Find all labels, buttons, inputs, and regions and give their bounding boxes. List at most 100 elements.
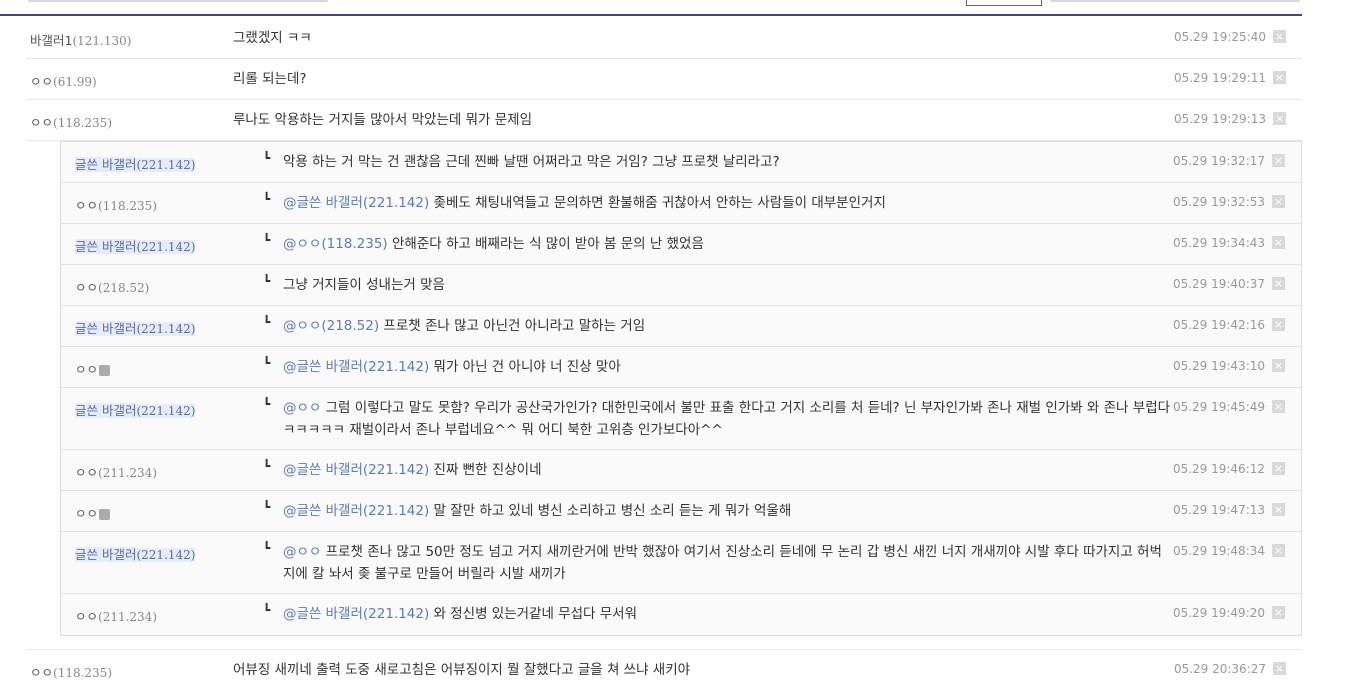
- comment-author[interactable]: 글쓴 바갤러(221.142): [75, 154, 196, 173]
- reply-arrow-icon: ┗: [263, 356, 271, 370]
- author-name[interactable]: ㅇㅇ: [75, 506, 98, 521]
- comment-author[interactable]: ㅇㅇ(118.235): [30, 662, 112, 681]
- author-ip: (221.142): [136, 404, 196, 418]
- author-name[interactable]: 글쓴 바갤러: [75, 157, 137, 172]
- author-ip: (118.235): [53, 116, 113, 130]
- comment-date: 05.29 19:49:20: [1172, 606, 1265, 620]
- author-name[interactable]: ㅇㅇ: [75, 198, 98, 213]
- memo-icon: [99, 509, 111, 520]
- reply-row: ㅇㅇ(211.234) ┗ @글쓴 바갤러(221.142) 와 정신병 있는거같네…: [61, 594, 1301, 635]
- author-name[interactable]: 글쓴 바갤러: [75, 239, 137, 254]
- close-icon[interactable]: ×: [1272, 195, 1285, 208]
- comment-author[interactable]: ㅇㅇ: [75, 503, 111, 522]
- comment-date: 05.29 19:29:11: [1173, 71, 1266, 85]
- author-name[interactable]: 바갤러1: [30, 33, 72, 48]
- reply-mention[interactable]: @ㅇㅇ: [283, 544, 326, 560]
- reply-mention[interactable]: @글쓴 바갤러(221.142): [283, 606, 434, 622]
- reply-row: 글쓴 바갤러(221.142) ┗ @ㅇㅇ 프로챗 존나 많고 50만 정도 넘고 …: [61, 532, 1301, 594]
- close-icon[interactable]: ×: [1272, 277, 1285, 290]
- author-ip: (218.52): [98, 281, 150, 295]
- comment-author[interactable]: 글쓴 바갤러(221.142): [75, 400, 196, 419]
- close-icon[interactable]: ×: [1272, 318, 1285, 331]
- close-icon[interactable]: ×: [1273, 71, 1286, 84]
- comment-row: 바갤러1(121.130) 그랬겠지 ㅋㅋ 05.29 19:25:40 ×: [26, 18, 1302, 59]
- reply-arrow-icon: ┗: [263, 315, 271, 329]
- close-icon[interactable]: ×: [1272, 606, 1285, 619]
- comment-text: 그랬겠지 ㅋㅋ: [233, 30, 312, 46]
- reply-text: @글쓴 바갤러(221.142) 뭐가 아닌 건 아니야 너 진상 맞아: [283, 356, 1173, 378]
- comment-author[interactable]: ㅇㅇ(118.235): [75, 195, 157, 214]
- reply-mention[interactable]: @ㅇㅇ(118.235): [283, 236, 392, 252]
- reply-row: ㅇㅇ ┗ @글쓴 바갤러(221.142) 말 잘만 하고 있네 병신 소리하고 병…: [61, 491, 1301, 532]
- author-name[interactable]: ㅇㅇ: [75, 362, 98, 377]
- close-icon[interactable]: ×: [1272, 236, 1285, 249]
- sort-button[interactable]: [966, 0, 1042, 6]
- reply-arrow-icon: ┗: [263, 541, 271, 555]
- reply-body: 프로챗 존나 많고 아닌건 아니라고 말하는 거임: [383, 318, 646, 334]
- reply-row: 글쓴 바갤러(221.142) ┗ 악용 하는 거 막는 건 괜찮음 근데 찐빠 날…: [61, 142, 1301, 183]
- comment-date: 05.29 19:42:16: [1172, 318, 1265, 332]
- memo-icon: [99, 365, 111, 376]
- close-icon[interactable]: ×: [1272, 503, 1285, 516]
- reply-row: ㅇㅇ(218.52) ┗ 그냥 거지들이 성내는거 맞음 05.29 19:40:37…: [61, 265, 1301, 306]
- reply-mention[interactable]: @글쓴 바갤러(221.142): [283, 359, 434, 375]
- reply-body: 말 잘만 하고 있네 병신 소리하고 병신 소리 듣는 게 뭐가 억울해: [433, 503, 792, 519]
- comment-author[interactable]: 바갤러1(121.130): [30, 30, 131, 49]
- reply-thread: 글쓴 바갤러(221.142) ┗ 악용 하는 거 막는 건 괜찮음 근데 찐빠 날…: [60, 141, 1302, 636]
- comment-date: 05.29 19:46:12: [1172, 462, 1265, 476]
- author-name[interactable]: ㅇㅇ: [30, 74, 53, 89]
- comment-author[interactable]: ㅇㅇ(61.99): [30, 71, 97, 90]
- close-icon[interactable]: ×: [1272, 544, 1285, 557]
- reply-arrow-icon: ┗: [263, 151, 271, 165]
- author-name[interactable]: 글쓴 바갤러: [75, 321, 137, 336]
- author-ip: (221.142): [136, 158, 196, 172]
- close-icon[interactable]: ×: [1273, 112, 1286, 125]
- comment-author[interactable]: 글쓴 바갤러(221.142): [75, 318, 196, 337]
- author-name[interactable]: 글쓴 바갤러: [75, 403, 137, 418]
- close-icon[interactable]: ×: [1272, 462, 1285, 475]
- reply-body: 그냥 거지들이 성내는거 맞음: [283, 277, 445, 293]
- reply-mention[interactable]: @글쓴 바갤러(221.142): [283, 462, 434, 478]
- author-name[interactable]: ㅇㅇ: [30, 115, 53, 130]
- author-name[interactable]: 글쓴 바갤러: [75, 547, 137, 562]
- reply-mention[interactable]: @ㅇㅇ: [283, 400, 326, 416]
- close-icon[interactable]: ×: [1273, 30, 1286, 43]
- reply-arrow-icon: ┗: [263, 192, 271, 206]
- comment-row: ㅇㅇ(118.235) 어뷰징 새끼네 출력 도중 새로고침은 어뷰징이지 뭘 잘…: [26, 650, 1302, 688]
- author-ip: (61.99): [53, 75, 97, 89]
- author-ip: (118.235): [53, 666, 113, 680]
- close-icon[interactable]: ×: [1272, 359, 1285, 372]
- reply-mention[interactable]: @ㅇㅇ(218.52): [283, 318, 383, 334]
- comment-date: 05.29 19:43:10: [1172, 359, 1265, 373]
- header-links-obscured: [1050, 0, 1300, 2]
- author-name[interactable]: ㅇㅇ: [30, 665, 53, 680]
- reply-text: @ㅇㅇ(118.235) 안해준다 하고 배째라는 식 많이 받아 봄 문의 난…: [283, 233, 1173, 255]
- author-name[interactable]: ㅇㅇ: [75, 280, 98, 295]
- reply-text: 악용 하는 거 막는 건 괜찮음 근데 찐빠 날땐 어쩌라고 막은 거임? 그냥…: [283, 151, 1173, 173]
- reply-text: @글쓴 바갤러(221.142) 진짜 뻔한 진상이네: [283, 459, 1173, 481]
- comment-author[interactable]: ㅇㅇ(118.235): [30, 112, 112, 131]
- close-icon[interactable]: ×: [1272, 400, 1285, 413]
- comment-author[interactable]: 글쓴 바갤러(221.142): [75, 236, 196, 255]
- comment-author[interactable]: ㅇㅇ(211.234): [75, 462, 157, 481]
- reply-arrow-icon: ┗: [263, 603, 271, 617]
- comment-author[interactable]: ㅇㅇ(218.52): [75, 277, 149, 296]
- reply-mention[interactable]: @글쓴 바갤러(221.142): [283, 503, 434, 519]
- reply-row: 글쓴 바갤러(221.142) ┗ @ㅇㅇ(118.235) 안해준다 하고 배째라…: [61, 224, 1301, 265]
- comment-text: 루나도 악용하는 거지들 많아서 막았는데 뭐가 문제임: [233, 112, 532, 128]
- comment-date: 05.29 19:45:49: [1172, 400, 1265, 414]
- comment-date: 05.29 19:34:43: [1172, 236, 1265, 250]
- author-name[interactable]: ㅇㅇ: [75, 609, 98, 624]
- comment-author[interactable]: ㅇㅇ(211.234): [75, 606, 157, 625]
- reply-body: 그럼 이렇다고 말도 못함? 우리가 공산국가인가? 대한민국에서 불만 표출 …: [283, 400, 1171, 438]
- close-icon[interactable]: ×: [1272, 154, 1285, 167]
- close-icon[interactable]: ×: [1273, 662, 1286, 675]
- reply-mention[interactable]: @글쓴 바갤러(221.142): [283, 195, 434, 211]
- reply-arrow-icon: ┗: [263, 233, 271, 247]
- author-name[interactable]: ㅇㅇ: [75, 465, 98, 480]
- reply-arrow-icon: ┗: [263, 459, 271, 473]
- comment-text: 리롤 되는데?: [233, 71, 307, 87]
- comment-date: 05.29 19:48:34: [1172, 544, 1265, 558]
- comment-author[interactable]: ㅇㅇ: [75, 359, 111, 378]
- comment-author[interactable]: 글쓴 바갤러(221.142): [75, 544, 196, 563]
